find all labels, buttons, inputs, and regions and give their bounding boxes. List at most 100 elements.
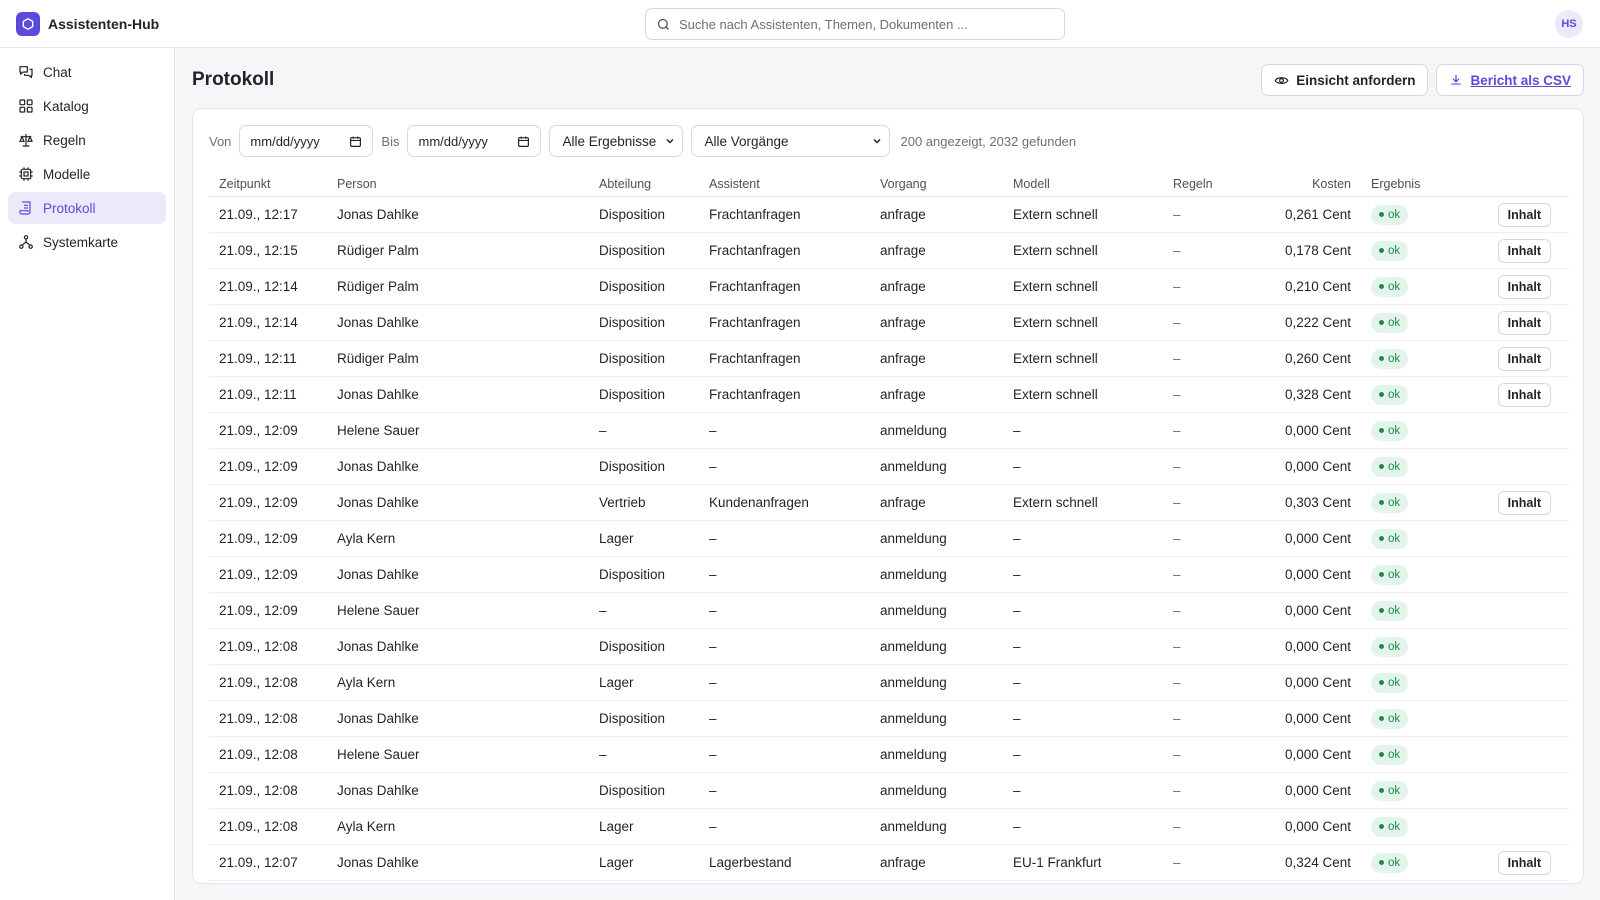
cell-rules: – bbox=[1173, 531, 1181, 546]
table-row[interactable]: 21.09., 12:08 Ayla Kern Lager – anmeldun… bbox=[209, 809, 1569, 845]
column-header[interactable]: Zeitpunkt bbox=[209, 177, 327, 191]
cell-process: anmeldung bbox=[880, 531, 947, 546]
table-row[interactable]: 21.09., 12:11 Jonas Dahlke Disposition F… bbox=[209, 377, 1569, 413]
export-csv-label: Bericht als CSV bbox=[1470, 72, 1571, 88]
table-row[interactable]: 21.09., 12:15 Rüdiger Palm Disposition F… bbox=[209, 233, 1569, 269]
column-header[interactable]: Regeln bbox=[1163, 177, 1249, 191]
sidebar-item-chat[interactable]: Chat bbox=[8, 56, 166, 88]
column-header[interactable]: Modell bbox=[1003, 177, 1163, 191]
content-button[interactable]: Inhalt bbox=[1497, 310, 1551, 335]
export-csv-button[interactable]: Bericht als CSV bbox=[1436, 64, 1584, 96]
cell-cost: 0,000 Cent bbox=[1284, 819, 1351, 834]
cell-assistant: – bbox=[709, 423, 717, 438]
search-input[interactable] bbox=[679, 16, 1049, 32]
status-dot-icon bbox=[1379, 536, 1384, 541]
cell-time: 21.09., 12:11 bbox=[219, 351, 297, 366]
cell-time: 21.09., 12:14 bbox=[219, 315, 298, 330]
sidebar-item-protokoll[interactable]: Protokoll bbox=[8, 192, 166, 224]
cell-rules: – bbox=[1173, 495, 1181, 510]
cell-process: anfrage bbox=[880, 279, 926, 294]
cell-person: Rüdiger Palm bbox=[337, 243, 419, 258]
table-row[interactable]: 21.09., 12:09 Helene Sauer – – anmeldung… bbox=[209, 413, 1569, 449]
table-row[interactable]: 21.09., 12:08 Ayla Kern Lager – anmeldun… bbox=[209, 665, 1569, 701]
result-filter-select[interactable]: Alle Ergebnisse bbox=[549, 125, 684, 157]
cell-assistant: Frachtanfragen bbox=[709, 387, 801, 402]
column-header[interactable]: Person bbox=[327, 177, 589, 191]
brand[interactable]: Assistenten-Hub bbox=[16, 12, 159, 36]
status-dot-icon bbox=[1379, 824, 1384, 829]
content-button[interactable]: Inhalt bbox=[1497, 850, 1551, 875]
cell-process: anmeldung bbox=[880, 603, 947, 618]
column-header[interactable]: Assistent bbox=[699, 177, 870, 191]
cell-model: Extern schnell bbox=[1013, 387, 1098, 402]
table-row[interactable]: 21.09., 12:14 Rüdiger Palm Disposition F… bbox=[209, 269, 1569, 305]
table-row[interactable]: 21.09., 12:14 Jonas Dahlke Disposition F… bbox=[209, 305, 1569, 341]
sidebar-item-label: Regeln bbox=[43, 132, 86, 148]
avatar[interactable]: HS bbox=[1555, 10, 1583, 38]
content-button[interactable]: Inhalt bbox=[1497, 274, 1551, 299]
to-date-input[interactable]: mm/dd/yyyy bbox=[407, 125, 542, 157]
cell-result: ok bbox=[1351, 384, 1459, 405]
content-button[interactable]: Inhalt bbox=[1497, 490, 1551, 515]
table-row[interactable]: 21.09., 12:09 Jonas Dahlke Disposition –… bbox=[209, 449, 1569, 485]
cell-process: anmeldung bbox=[880, 747, 947, 762]
table-row[interactable]: 21.09., 12:09 Helene Sauer – – anmeldung… bbox=[209, 593, 1569, 629]
cell-actions: Inhalt bbox=[1459, 382, 1569, 407]
to-label: Bis bbox=[381, 133, 400, 149]
table-row[interactable]: 21.09., 12:08 Jonas Dahlke Disposition –… bbox=[209, 701, 1569, 737]
request-access-button[interactable]: Einsicht anfordern bbox=[1261, 64, 1429, 96]
column-header[interactable]: Vorgang bbox=[870, 177, 1003, 191]
table-row[interactable]: 21.09., 12:08 Jonas Dahlke Disposition –… bbox=[209, 773, 1569, 809]
result-filter-value: Alle Ergebnisse bbox=[562, 133, 657, 149]
table-row[interactable]: 21.09., 12:08 Helene Sauer – – anmeldung… bbox=[209, 737, 1569, 773]
table-row[interactable]: 21.09., 12:08 Jonas Dahlke Disposition –… bbox=[209, 629, 1569, 665]
status-badge-label: ok bbox=[1388, 856, 1401, 869]
cell-person: Jonas Dahlke bbox=[337, 639, 419, 654]
cell-rules: – bbox=[1173, 783, 1181, 798]
column-header[interactable]: Kosten bbox=[1249, 177, 1351, 191]
chat-icon bbox=[19, 66, 33, 79]
global-search[interactable] bbox=[645, 8, 1065, 40]
cell-model: – bbox=[1013, 567, 1021, 582]
status-badge-label: ok bbox=[1388, 568, 1401, 581]
result-count: 200 angezeigt, 2032 gefunden bbox=[900, 133, 1077, 149]
page-title: Protokoll bbox=[192, 69, 275, 90]
status-badge-label: ok bbox=[1388, 388, 1401, 401]
content-button[interactable]: Inhalt bbox=[1497, 382, 1551, 407]
from-date-input[interactable]: mm/dd/yyyy bbox=[239, 125, 374, 157]
sidebar-item-regeln[interactable]: Regeln bbox=[8, 124, 166, 156]
status-badge-label: ok bbox=[1388, 280, 1401, 293]
table-row[interactable]: 21.09., 12:09 Jonas Dahlke Disposition –… bbox=[209, 557, 1569, 593]
cell-result: ok bbox=[1351, 780, 1459, 801]
table-row[interactable]: 21.09., 12:17 Jonas Dahlke Disposition F… bbox=[209, 197, 1569, 233]
cell-result: ok bbox=[1351, 348, 1459, 369]
cell-model: Extern schnell bbox=[1013, 315, 1098, 330]
cell-model: EU-1 Frankfurt bbox=[1013, 855, 1102, 870]
content-button[interactable]: Inhalt bbox=[1497, 202, 1551, 227]
status-badge: ok bbox=[1371, 348, 1409, 369]
status-dot-icon bbox=[1379, 392, 1384, 397]
table-row[interactable]: 21.09., 12:09 Ayla Kern Lager – anmeldun… bbox=[209, 521, 1569, 557]
table-row[interactable]: 21.09., 12:11 Rüdiger Palm Disposition F… bbox=[209, 341, 1569, 377]
cell-cost: 0,222 Cent bbox=[1284, 315, 1351, 330]
sidebar-item-systemkarte[interactable]: Systemkarte bbox=[8, 226, 166, 258]
request-access-label: Einsicht anfordern bbox=[1296, 72, 1416, 88]
sidebar-item-katalog[interactable]: Katalog bbox=[8, 90, 166, 122]
process-filter-select[interactable]: Alle Vorgänge bbox=[691, 125, 891, 157]
content-button[interactable]: Inhalt bbox=[1497, 238, 1551, 263]
column-header[interactable]: Ergebnis bbox=[1351, 177, 1459, 191]
cell-model: – bbox=[1013, 603, 1021, 618]
cell-model: – bbox=[1013, 459, 1021, 474]
content-button[interactable]: Inhalt bbox=[1497, 346, 1551, 371]
column-header[interactable]: Abteilung bbox=[589, 177, 699, 191]
sidebar-item-label: Chat bbox=[43, 64, 72, 80]
sidebar-item-modelle[interactable]: Modelle bbox=[8, 158, 166, 190]
status-dot-icon bbox=[1379, 320, 1384, 325]
cell-person: Jonas Dahlke bbox=[337, 315, 419, 330]
table-row[interactable]: 21.09., 12:09 Jonas Dahlke Vertrieb Kund… bbox=[209, 485, 1569, 521]
cell-cost: 0,000 Cent bbox=[1284, 567, 1351, 582]
cell-assistant: – bbox=[709, 603, 717, 618]
protocol-table: Zeitpunkt Person Abteilung Assistent Vor… bbox=[209, 171, 1569, 881]
table-row[interactable]: 21.09., 12:07 Jonas Dahlke Lager Lagerbe… bbox=[209, 845, 1569, 881]
cell-person: Ayla Kern bbox=[337, 531, 396, 546]
